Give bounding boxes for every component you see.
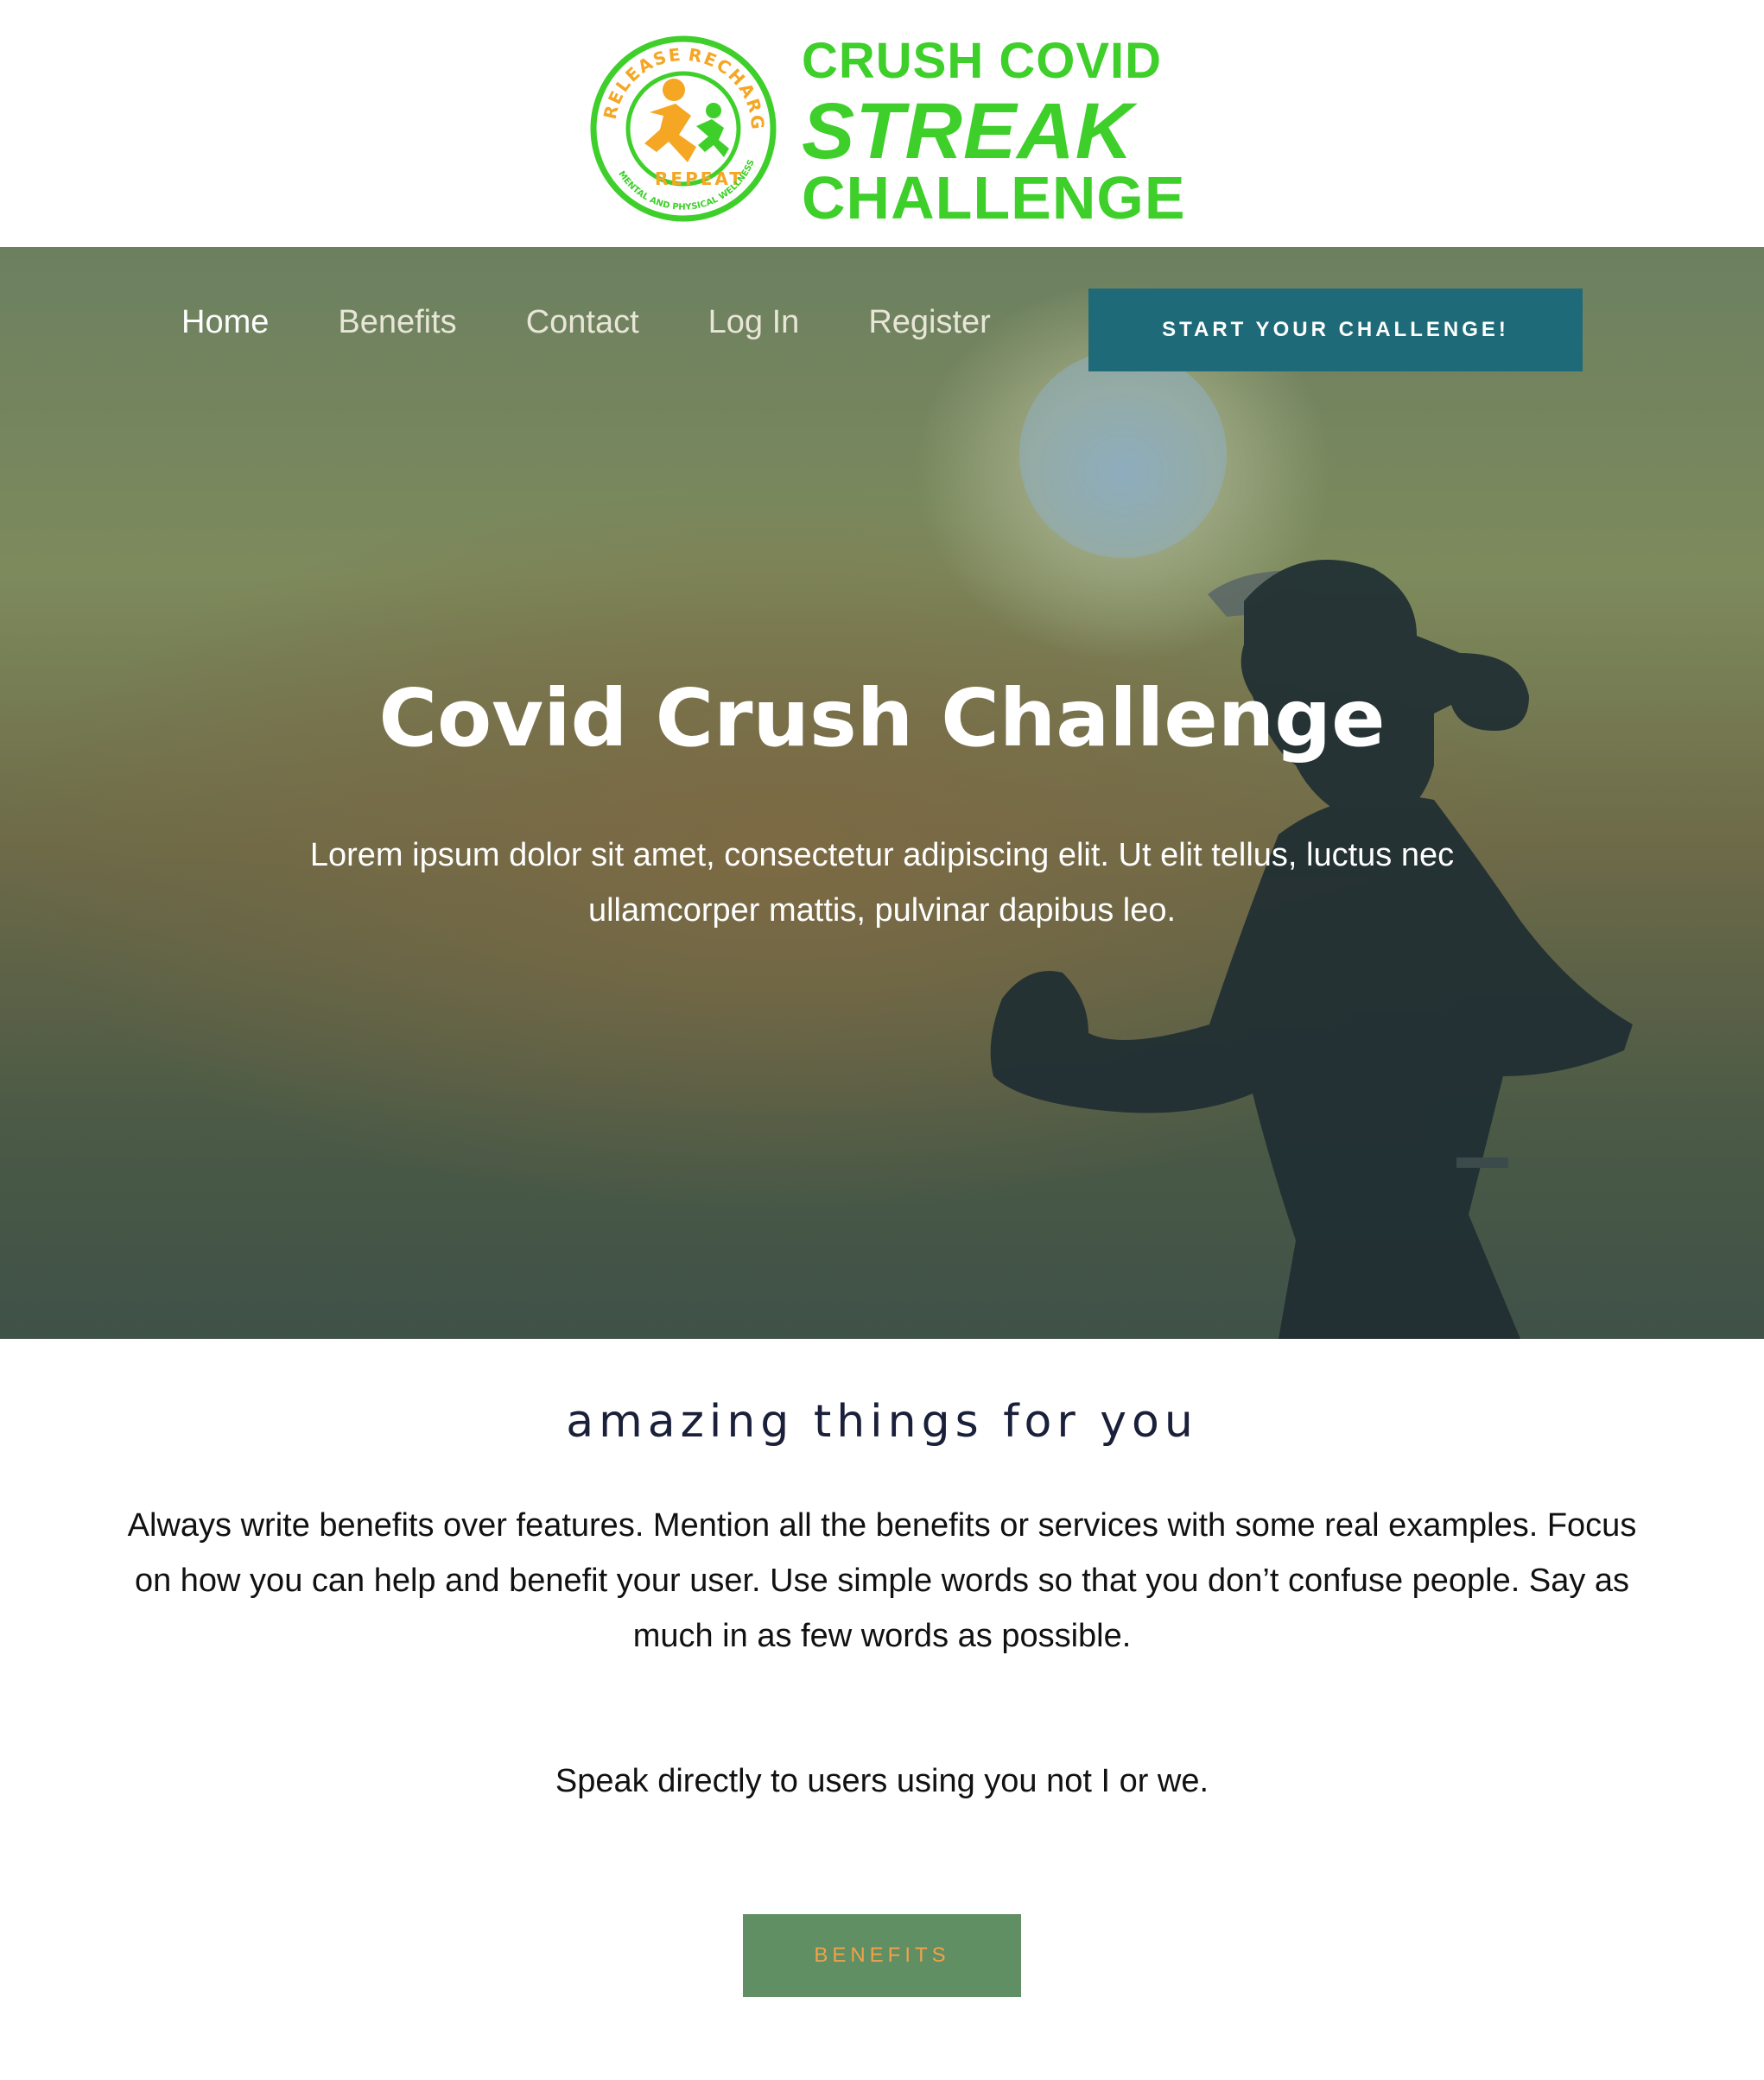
nav-item-register[interactable]: Register bbox=[868, 306, 991, 339]
nav-item-home[interactable]: Home bbox=[181, 306, 269, 339]
logo-line-challenge: CHALLENGE bbox=[802, 164, 1186, 231]
runner-silhouette-image bbox=[990, 351, 1633, 1339]
benefits-heading: amazing things for you bbox=[566, 1396, 1198, 1448]
main-nav: Home Benefits Contact Log In Register bbox=[181, 306, 1060, 339]
benefits-body-text: Always write benefits over features. Men… bbox=[127, 1507, 1637, 1654]
runner-badge-icon: RELEASE RECHARGE REPEAT MENTAL AND PHYSI… bbox=[582, 16, 777, 222]
logo-badge[interactable]: RELEASE RECHARGE REPEAT MENTAL AND PHYSI… bbox=[582, 16, 777, 225]
logo-line-crush-covid: CRUSH COVID bbox=[802, 33, 1163, 89]
site-header: RELEASE RECHARGE REPEAT MENTAL AND PHYSI… bbox=[0, 0, 1764, 247]
logo-line-streak: STREAK bbox=[802, 87, 1134, 175]
benefits-button[interactable]: BENEFITS bbox=[743, 1914, 1021, 1997]
hero-title: Covid Crush Challenge bbox=[378, 672, 1386, 764]
hero-section: Home Benefits Contact Log In Register ST… bbox=[0, 247, 1764, 1339]
nav-item-contact[interactable]: Contact bbox=[526, 306, 639, 339]
hero-subtitle: Lorem ipsum dolor sit amet, consectetur … bbox=[309, 837, 1455, 929]
start-challenge-button[interactable]: START YOUR CHALLENGE! bbox=[1088, 289, 1583, 371]
benefits-note-text: Speak directly to users using you not I … bbox=[555, 1763, 1209, 1799]
nav-item-benefits[interactable]: Benefits bbox=[338, 306, 456, 339]
nav-item-log-in[interactable]: Log In bbox=[708, 306, 800, 339]
logo-wordmark[interactable]: CRUSH COVID STREAK CHALLENGE bbox=[802, 33, 1186, 231]
